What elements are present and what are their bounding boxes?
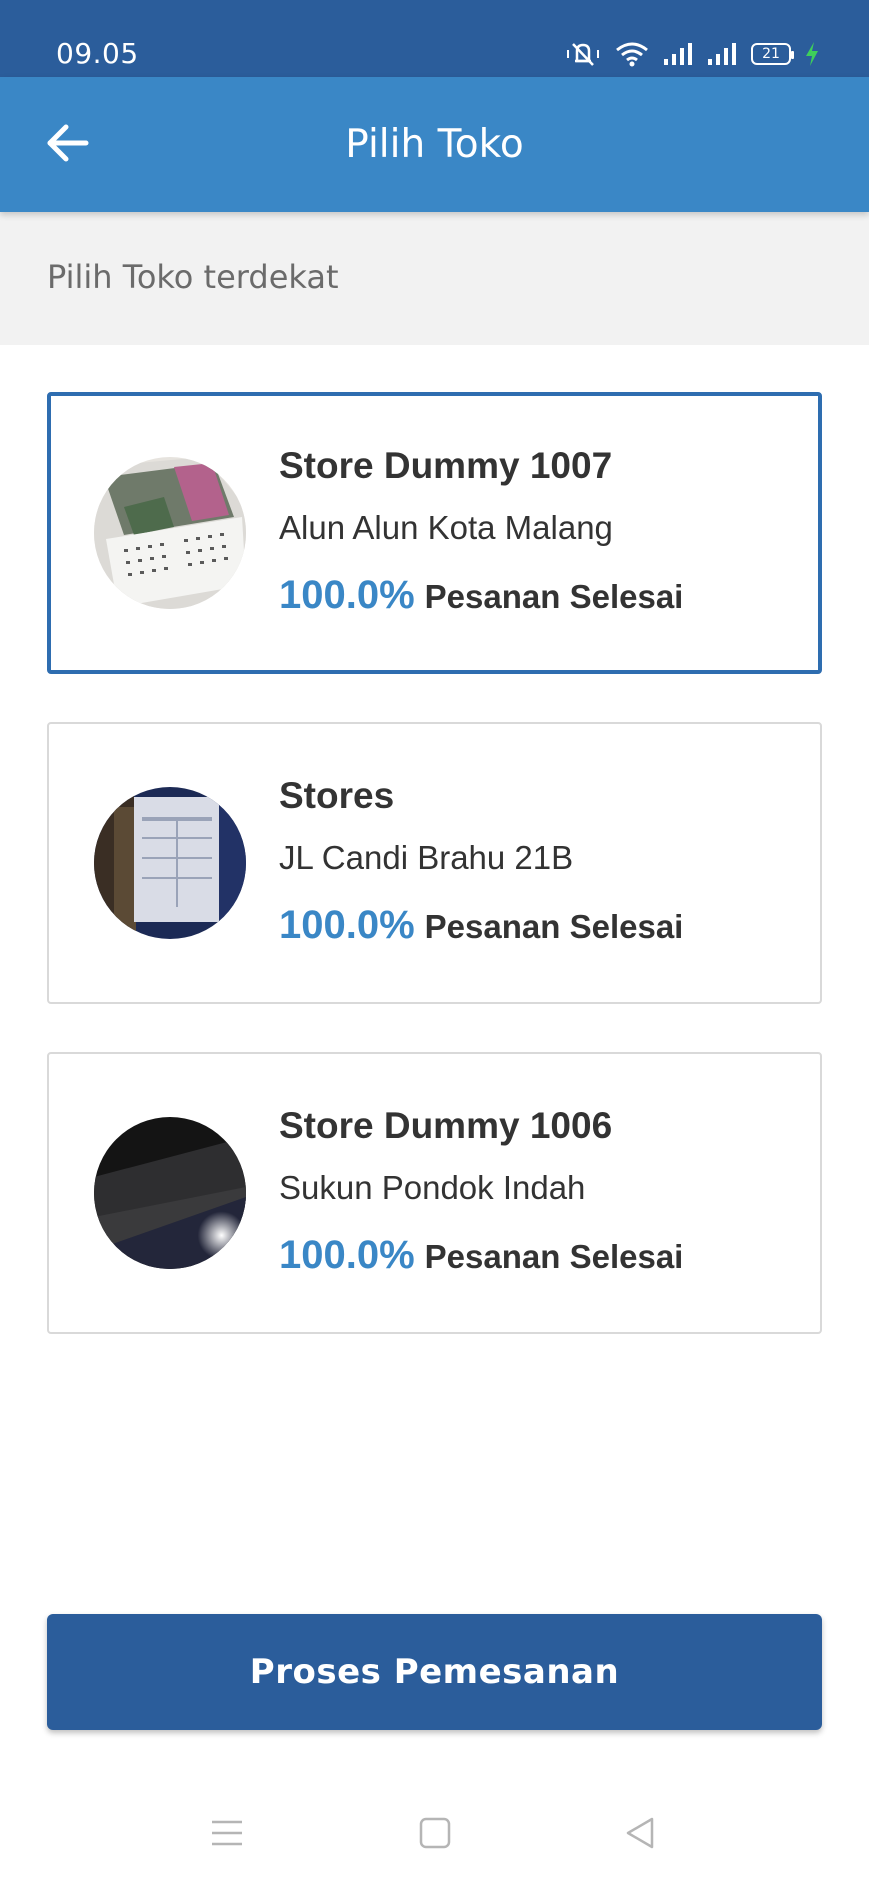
status-icons: 21 <box>565 38 819 70</box>
back-triangle-icon[interactable] <box>615 1808 665 1858</box>
store-card[interactable]: Store Dummy 1007 Alun Alun Kota Malang 1… <box>47 392 822 674</box>
status-bar: 09.05 21 <box>0 0 869 77</box>
charging-icon <box>805 41 819 67</box>
store-card[interactable]: Stores JL Candi Brahu 21B 100.0% Pesanan … <box>47 722 822 1004</box>
store-completion-stat: 100.0% Pesanan Selesai <box>279 1232 800 1287</box>
home-square-icon[interactable] <box>410 1808 460 1858</box>
store-info: Store Dummy 1006 Sukun Pondok Indah 100.… <box>279 1102 800 1287</box>
store-address: Sukun Pondok Indah <box>279 1169 586 1206</box>
store-name: Store Dummy 1006 <box>279 1105 613 1146</box>
completion-percentage: 100.0% <box>279 1233 415 1277</box>
store-photo <box>94 457 246 609</box>
store-card[interactable]: Store Dummy 1006 Sukun Pondok Indah 100.… <box>47 1052 822 1334</box>
store-photo <box>94 1117 246 1269</box>
store-info: Store Dummy 1007 Alun Alun Kota Malang 1… <box>279 442 798 627</box>
store-list: Store Dummy 1007 Alun Alun Kota Malang 1… <box>47 392 822 1382</box>
section-header: Pilih Toko terdekat <box>0 212 869 345</box>
menu-icon[interactable] <box>202 1808 252 1858</box>
proses-pemesanan-button[interactable]: Proses Pemesanan <box>47 1614 822 1730</box>
store-info: Stores JL Candi Brahu 21B 100.0% Pesanan … <box>279 772 800 957</box>
mute-vibrate-icon <box>565 41 601 67</box>
store-address: JL Candi Brahu 21B <box>279 839 574 876</box>
system-nav-bar <box>0 1780 869 1883</box>
status-time: 09.05 <box>56 37 139 70</box>
signal-icon <box>707 42 737 66</box>
section-header-text: Pilih Toko terdekat <box>47 258 339 296</box>
battery-level: 21 <box>762 46 780 62</box>
wifi-icon <box>615 41 649 67</box>
store-name: Store Dummy 1007 <box>279 445 613 486</box>
completion-percentage: 100.0% <box>279 573 415 617</box>
store-completion-stat: 100.0% Pesanan Selesai <box>279 902 800 957</box>
signal-icon <box>663 42 693 66</box>
app-bar: Pilih Toko <box>0 77 869 212</box>
completion-label: Pesanan Selesai <box>424 908 684 945</box>
page-title: Pilih Toko <box>345 122 524 167</box>
completion-percentage: 100.0% <box>279 903 415 947</box>
completion-label: Pesanan Selesai <box>424 578 684 615</box>
store-completion-stat: 100.0% Pesanan Selesai <box>279 572 798 627</box>
battery-icon: 21 <box>751 43 794 65</box>
store-name: Stores <box>279 775 395 816</box>
store-address: Alun Alun Kota Malang <box>279 509 613 546</box>
completion-label: Pesanan Selesai <box>424 1238 684 1275</box>
store-photo <box>94 787 246 939</box>
